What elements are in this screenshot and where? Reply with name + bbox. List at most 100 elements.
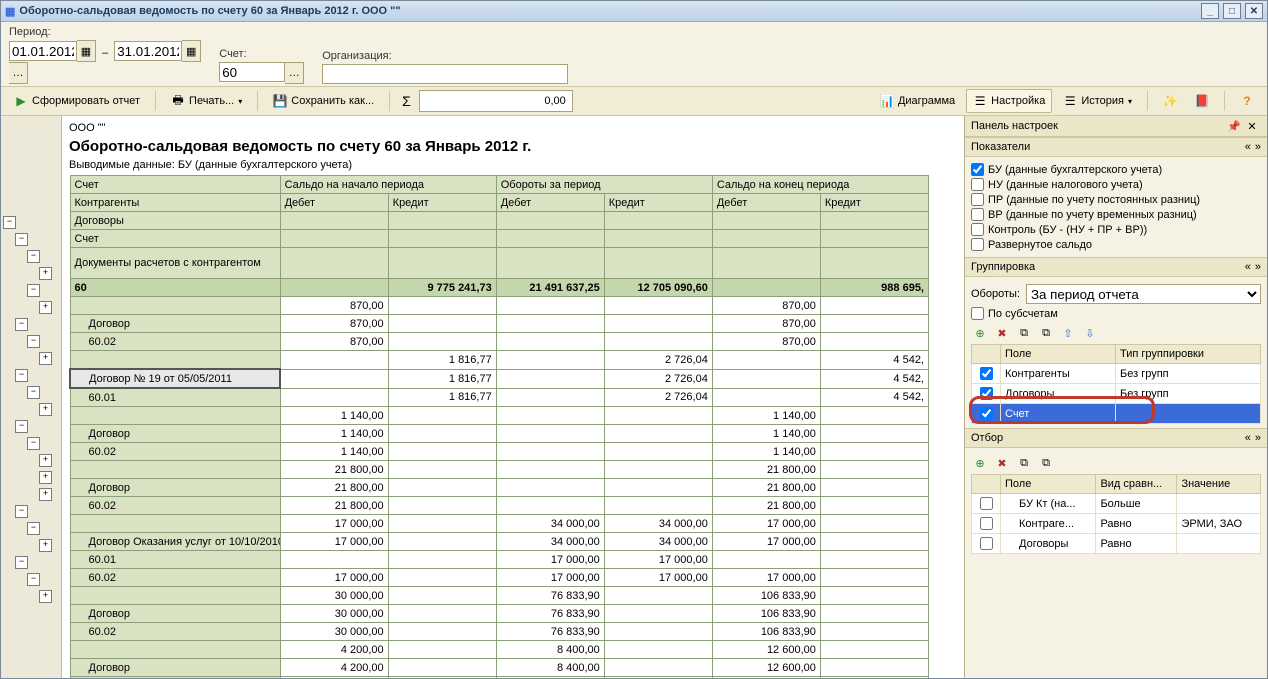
collapse-icon[interactable]: −	[27, 437, 40, 450]
copy-icon[interactable]: ⧉	[1015, 454, 1033, 472]
grouping-row[interactable]: Счет	[972, 404, 1261, 424]
maximize-button[interactable]: □	[1223, 3, 1241, 19]
expand-icon[interactable]: +	[39, 471, 52, 484]
grouping-checkbox[interactable]	[980, 367, 993, 380]
table-row[interactable]: 60.0221 800,0021 800,00	[70, 497, 929, 515]
help-button[interactable]: ?	[1233, 89, 1261, 113]
turnover-select[interactable]: За период отчета	[1026, 284, 1261, 304]
expand-icon[interactable]: +	[39, 352, 52, 365]
grouping-checkbox[interactable]	[980, 407, 993, 420]
panel-pin-button[interactable]: 📌	[1225, 117, 1243, 135]
section-expand-icon[interactable]: »	[1255, 141, 1261, 153]
expand-icon[interactable]: +	[39, 267, 52, 280]
indicator-checkbox[interactable]	[971, 163, 984, 176]
expand-icon[interactable]: +	[39, 539, 52, 552]
table-row[interactable]: 60.021 140,001 140,00	[70, 443, 929, 461]
save-as-button[interactable]: 💾 Сохранить как...	[266, 89, 381, 113]
filter-row[interactable]: БУ Кт (на...Больше	[972, 494, 1261, 514]
panel-close-button[interactable]: ✕	[1243, 117, 1261, 135]
collapse-icon[interactable]: −	[15, 318, 28, 331]
collapse-icon[interactable]: −	[27, 573, 40, 586]
collapse-icon[interactable]: −	[27, 386, 40, 399]
indicator-checkbox[interactable]	[971, 178, 984, 191]
account-picker-button[interactable]: …	[285, 62, 304, 84]
table-row[interactable]: 17 000,0034 000,0034 000,0017 000,00	[70, 515, 929, 533]
table-row[interactable]: 30 000,0076 833,90106 833,90	[70, 587, 929, 605]
table-row[interactable]: 60.0117 000,0017 000,00	[70, 551, 929, 569]
table-row[interactable]: 60.0217 000,0017 000,0017 000,0017 000,0…	[70, 569, 929, 587]
table-row[interactable]: 870,00870,00	[70, 297, 929, 315]
indicator-checkbox[interactable]	[971, 208, 984, 221]
table-row[interactable]: 4 200,008 400,0012 600,00	[70, 641, 929, 659]
section-collapse-icon[interactable]: «	[1245, 432, 1251, 444]
diagram-button[interactable]: 📊 Диаграмма	[873, 89, 962, 113]
down-icon[interactable]: ⇩	[1081, 324, 1099, 342]
table-row[interactable]: Договор Оказания услуг от 10/10/2010г.17…	[70, 533, 929, 551]
table-row[interactable]: Договор4 200,008 400,0012 600,00	[70, 659, 929, 677]
expand-icon[interactable]: +	[39, 301, 52, 314]
section-collapse-icon[interactable]: «	[1245, 261, 1251, 273]
collapse-icon[interactable]: −	[27, 250, 40, 263]
collapse-icon[interactable]: −	[15, 505, 28, 518]
table-row[interactable]: 21 800,0021 800,00	[70, 461, 929, 479]
table-row[interactable]: 609 775 241,7321 491 637,2512 705 090,60…	[70, 279, 929, 297]
filter-row[interactable]: ДоговорыРавно	[972, 534, 1261, 554]
delete-icon[interactable]: ✖	[993, 454, 1011, 472]
section-expand-icon[interactable]: »	[1255, 261, 1261, 273]
filter-checkbox[interactable]	[980, 537, 993, 550]
section-expand-icon[interactable]: »	[1255, 432, 1261, 444]
collapse-icon[interactable]: −	[15, 233, 28, 246]
collapse-icon[interactable]: −	[27, 335, 40, 348]
tool-icon-1[interactable]: ✨	[1156, 89, 1184, 113]
table-row[interactable]: Договор30 000,0076 833,90106 833,90	[70, 605, 929, 623]
table-row[interactable]: 60.024 200,008 400,0012 600,00	[70, 677, 929, 679]
history-button[interactable]: ☰ История ▾	[1056, 89, 1139, 113]
table-row[interactable]: 60.011 816,772 726,044 542,	[70, 388, 929, 407]
section-collapse-icon[interactable]: «	[1245, 141, 1251, 153]
collapse-icon[interactable]: −	[27, 522, 40, 535]
add-icon[interactable]: ⊕	[971, 454, 989, 472]
table-row[interactable]: Договор1 140,001 140,00	[70, 425, 929, 443]
indicator-checkbox[interactable]	[971, 238, 984, 251]
print-button[interactable]: 🖶 Печать... ▾	[164, 89, 249, 113]
report-area[interactable]: −−−+−+−−+−−+−−+++−−+−−+ ООО "" Оборотно-…	[1, 116, 965, 678]
delete-icon[interactable]: ✖	[993, 324, 1011, 342]
filter-checkbox[interactable]	[980, 497, 993, 510]
indicator-checkbox[interactable]	[971, 193, 984, 206]
org-input[interactable]	[322, 64, 568, 84]
expand-icon[interactable]: +	[39, 403, 52, 416]
calendar-icon[interactable]: ▦	[182, 40, 201, 62]
account-input[interactable]	[219, 62, 285, 82]
table-row[interactable]: Договор № 19 от 05/05/20111 816,772 726,…	[70, 369, 929, 388]
date-to-input[interactable]	[114, 41, 182, 61]
calendar-icon[interactable]: ▦	[77, 40, 96, 62]
form-report-button[interactable]: ▶ Сформировать отчет	[7, 89, 147, 113]
add-icon[interactable]: ⊕	[971, 324, 989, 342]
copy-icon[interactable]: ⧉	[1015, 324, 1033, 342]
grouping-checkbox[interactable]	[980, 387, 993, 400]
grouping-row[interactable]: ДоговорыБез групп	[972, 384, 1261, 404]
up-icon[interactable]: ⇧	[1059, 324, 1077, 342]
table-row[interactable]: 1 816,772 726,044 542,	[70, 351, 929, 370]
settings-button[interactable]: ☰ Настройка	[966, 89, 1052, 113]
table-row[interactable]: Договор21 800,0021 800,00	[70, 479, 929, 497]
expand-icon[interactable]: +	[39, 454, 52, 467]
table-row[interactable]: 1 140,001 140,00	[70, 407, 929, 425]
collapse-icon[interactable]: −	[27, 284, 40, 297]
grouping-row[interactable]: КонтрагентыБез групп	[972, 364, 1261, 384]
subaccounts-checkbox[interactable]	[971, 307, 984, 320]
collapse-icon[interactable]: −	[15, 369, 28, 382]
collapse-icon[interactable]: −	[15, 420, 28, 433]
tool-icon-2[interactable]: 📕	[1188, 89, 1216, 113]
copy2-icon[interactable]: ⧉	[1037, 324, 1055, 342]
expand-icon[interactable]: +	[39, 590, 52, 603]
table-row[interactable]: Договор870,00870,00	[70, 315, 929, 333]
minimize-button[interactable]: _	[1201, 3, 1219, 19]
date-from-input[interactable]	[9, 41, 77, 61]
filter-checkbox[interactable]	[980, 517, 993, 530]
collapse-icon[interactable]: −	[15, 556, 28, 569]
close-button[interactable]: ✕	[1245, 3, 1263, 19]
period-picker-button[interactable]: …	[9, 62, 28, 84]
indicator-checkbox[interactable]	[971, 223, 984, 236]
collapse-icon[interactable]: −	[3, 216, 16, 229]
